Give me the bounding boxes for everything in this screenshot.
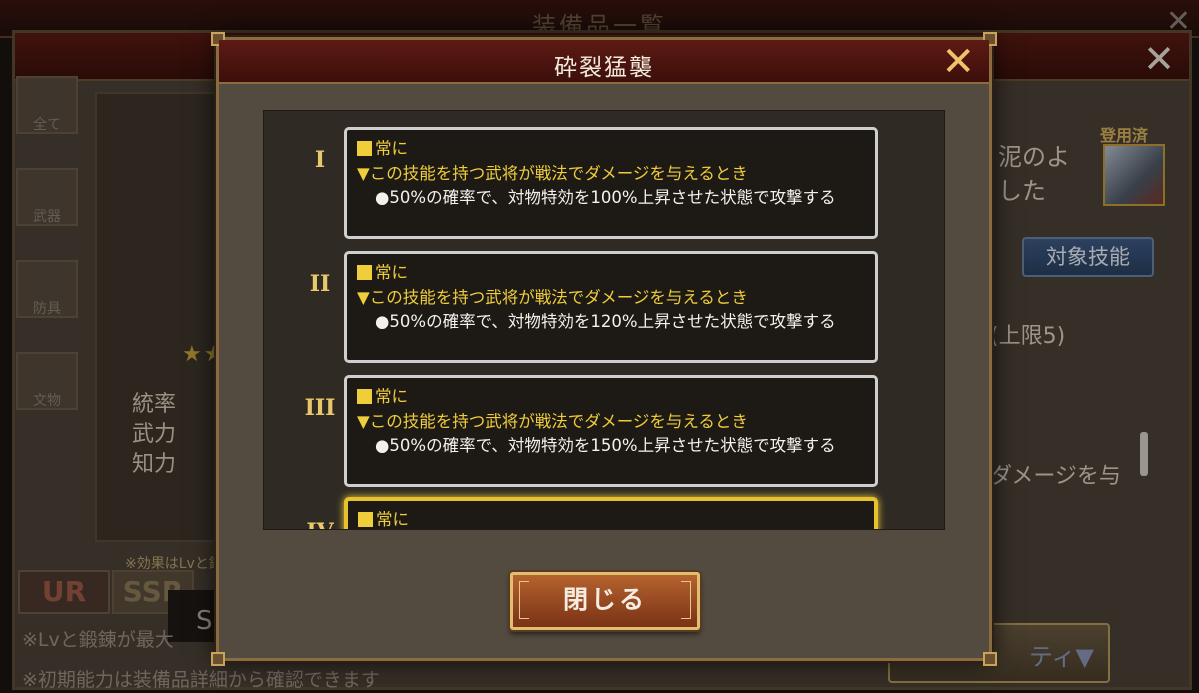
square-icon: [357, 141, 372, 156]
skill-level-entry-current: 常に: [344, 497, 878, 529]
rank-label-4: IV: [300, 519, 340, 529]
effect-text: ●50%の確率で、対物特効を150%上昇させた状態で攻撃する: [375, 436, 836, 455]
skill-level-entry: 常に ▼この技能を持つ武将が戦法でダメージを与えるとき ●50%の確率で、対物特…: [344, 375, 878, 487]
close-button[interactable]: 閉じる: [510, 572, 700, 630]
button-ornament: [519, 581, 529, 619]
corner-ornament: [211, 652, 225, 666]
trigger-text: ▼この技能を持つ武将が戦法でダメージを与えるとき: [357, 288, 748, 307]
condition-line: 常に: [357, 384, 867, 409]
button-ornament: [681, 581, 691, 619]
square-icon: [358, 512, 373, 527]
effect-text: ●50%の確率で、対物特効を120%上昇させた状態で攻撃する: [375, 312, 836, 331]
rank-label-1: I: [314, 147, 326, 173]
rank-label-2: II: [309, 271, 331, 297]
condition-text: 常に: [376, 510, 409, 529]
square-icon: [357, 265, 372, 280]
condition-line: 常に: [357, 260, 867, 285]
trigger-text: ▼この技能を持つ武将が戦法でダメージを与えるとき: [357, 164, 748, 183]
trigger-text: ▼この技能を持つ武将が戦法でダメージを与えるとき: [357, 412, 748, 431]
skill-detail-dialog: 砕裂猛襲 ✕ I 常に ▼この技能を持つ武将が戦法でダメージを与えるとき ●50…: [211, 32, 997, 666]
condition-text: 常に: [375, 263, 408, 282]
rank-label-3: III: [304, 395, 336, 421]
close-icon[interactable]: ✕: [941, 40, 975, 84]
close-button-label: 閉じる: [562, 585, 647, 614]
skill-level-entry: 常に ▼この技能を持つ武将が戦法でダメージを与えるとき ●50%の確率で、対物特…: [344, 251, 878, 363]
condition-text: 常に: [375, 139, 408, 158]
dialog-header: 砕裂猛襲 ✕: [219, 40, 989, 84]
condition-line: 常に: [357, 136, 867, 161]
effect-text: ●50%の確率で、対物特効を100%上昇させた状態で攻撃する: [375, 188, 836, 207]
condition-text: 常に: [375, 387, 408, 406]
square-icon: [357, 389, 372, 404]
dialog-title: 砕裂猛襲: [554, 55, 654, 81]
condition-line: 常に: [358, 507, 866, 529]
skill-level-list[interactable]: I 常に ▼この技能を持つ武将が戦法でダメージを与えるとき ●50%の確率で、対…: [263, 110, 945, 530]
corner-ornament: [983, 652, 997, 666]
skill-level-entry: 常に ▼この技能を持つ武将が戦法でダメージを与えるとき ●50%の確率で、対物特…: [344, 127, 878, 239]
